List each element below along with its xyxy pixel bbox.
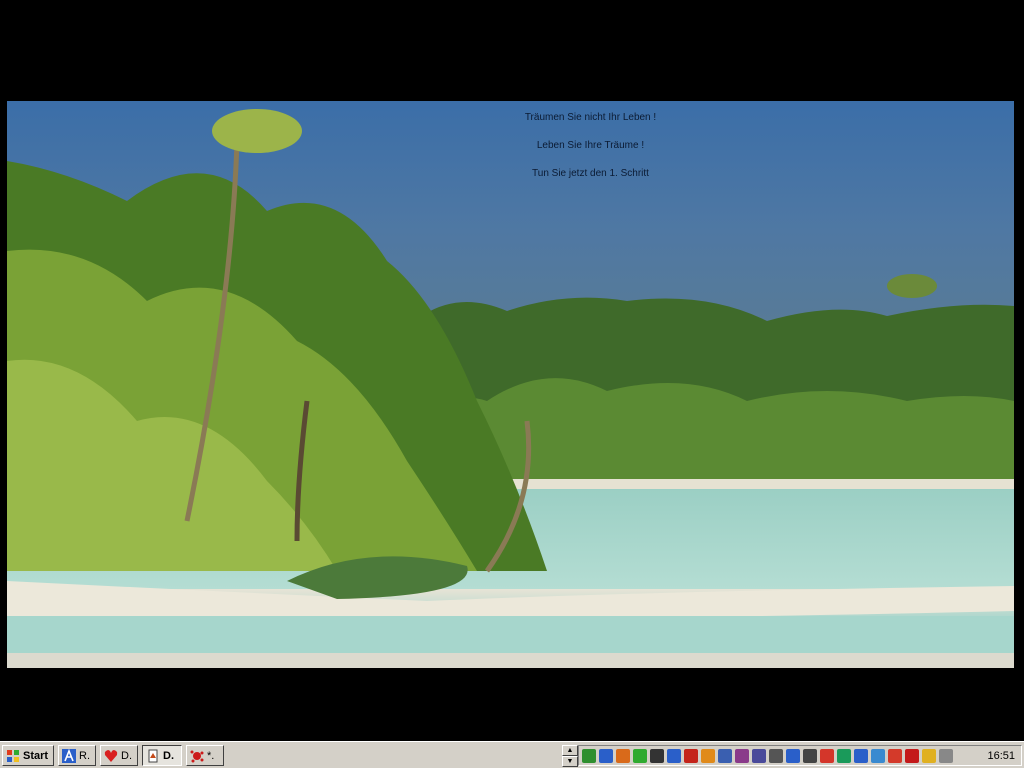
tray-app-icon[interactable] [667,748,681,763]
tray-app-icon[interactable] [582,748,596,763]
tray-app-icon[interactable] [786,748,800,763]
tray-app-icon[interactable] [803,748,817,763]
windows-logo-icon [7,749,19,762]
scroll-down-arrow-icon[interactable]: ▼ [562,756,578,767]
tray-app-icon[interactable] [701,748,715,763]
heart-icon [104,749,118,762]
taskbar-button-d-heart[interactable]: D. [100,745,138,766]
tray-app-icon[interactable] [820,748,834,763]
document-icon [148,749,158,762]
tray-app-icon[interactable] [905,748,919,763]
tray-app-icon[interactable] [735,748,749,763]
tray-app-icon[interactable] [599,748,613,763]
clock[interactable]: 16:51 [987,750,1015,762]
taskbar: Start R. D. D. *. ▲ ▼ 16:51 [0,741,1024,768]
tray-app-icon[interactable] [888,748,902,763]
taskbar-button-label: D. [121,749,132,762]
caption-line-2: Leben Sie Ihre Träume ! [536,140,645,151]
tray-app-icon[interactable] [854,748,868,763]
beach-photo: Träumen Sie nicht Ihr Leben ! Leben Sie … [7,101,1014,668]
start-button[interactable]: Start [2,745,54,766]
taskbar-button-label: D. [163,749,174,762]
caption-line-1: Träumen Sie nicht Ihr Leben ! [524,112,657,123]
tray-app-icon[interactable] [837,748,851,763]
taskbar-button-label: R. [79,749,90,762]
tray-app-icon[interactable] [752,748,766,763]
start-label: Start [23,749,49,762]
tray-app-icon[interactable] [650,748,664,763]
taskbar-scroll[interactable]: ▲ ▼ [562,745,578,767]
scroll-up-arrow-icon[interactable]: ▲ [562,745,578,756]
app-a-icon [62,748,76,763]
tray-app-icon[interactable] [871,748,885,763]
tray-app-icon[interactable] [684,748,698,763]
tray-app-icon[interactable] [922,748,936,763]
tray-app-icon[interactable] [616,748,630,763]
taskbar-button-star[interactable]: *. [186,745,224,766]
tray-app-icon[interactable] [633,748,647,763]
tray-icons [579,748,953,763]
paint-splash-icon [190,750,204,762]
taskbar-button-label: *. [207,749,215,762]
taskbar-button-d-active[interactable]: D. [142,745,182,766]
taskbar-button-r[interactable]: R. [58,745,96,766]
palm-beach-illustration [7,101,1014,668]
system-tray: 16:51 [578,745,1022,766]
tray-app-icon[interactable] [769,748,783,763]
tray-app-icon[interactable] [939,748,953,763]
caption-line-3: Tun Sie jetzt den 1. Schritt [532,168,649,179]
tray-app-icon[interactable] [718,748,732,763]
